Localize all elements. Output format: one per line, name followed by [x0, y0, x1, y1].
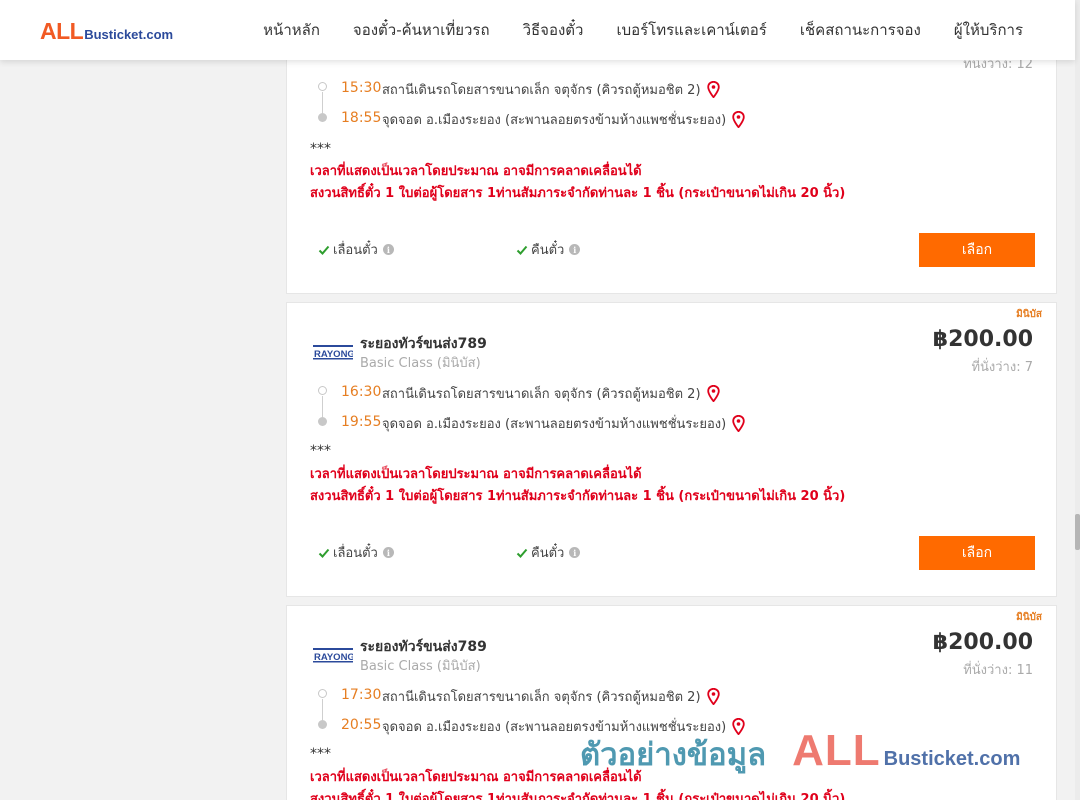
- info-icon[interactable]: i: [382, 244, 394, 255]
- option-refund-ticket: คืนตั๋ว i: [516, 542, 581, 563]
- nav-home[interactable]: หน้าหลัก: [263, 18, 320, 42]
- arrival-stop-label: จุดจอด อ.เมืองระยอง (สะพานลอยตรงข้ามห้าง…: [382, 720, 727, 735]
- ticket-price: ฿200.00: [932, 327, 1033, 352]
- nav-contact-counters[interactable]: เบอร์โทรและเคาน์เตอร์: [616, 18, 766, 42]
- select-trip-button[interactable]: เลือก: [919, 233, 1035, 267]
- departure-dot: [318, 689, 327, 698]
- trip-card: มินิบัส RAYONG ระยองทัวร์ขนส่ง789 Basic …: [286, 302, 1057, 597]
- trip-card: มินิบัส RAYONG ระยองทัวร์ขนส่ง789 Basic …: [286, 605, 1057, 800]
- arrival-stop-label: จุดจอด อ.เมืองระยอง (สะพานลอยตรงข้ามห้าง…: [382, 417, 727, 432]
- departure-dot: [318, 386, 327, 395]
- operator-logo: RAYONG: [313, 648, 353, 663]
- info-icon[interactable]: i: [569, 244, 581, 255]
- route-line: [322, 396, 323, 417]
- nav-check-booking[interactable]: เช็คสถานะการจอง: [800, 18, 921, 42]
- departure-stop: สถานีเดินรถโดยสารขนาดเล็ก จตุจักร (คิวรถ…: [382, 383, 720, 404]
- bus-class: Basic Class (มินิบัส): [360, 659, 481, 674]
- remarks-stars: ***: [310, 443, 331, 459]
- map-pin-icon[interactable]: [706, 688, 720, 705]
- arrival-stop-label: จุดจอด อ.เมืองระยอง (สะพานลอยตรงข้ามห้าง…: [382, 113, 727, 128]
- departure-stop: สถานีเดินรถโดยสารขนาดเล็ก จตุจักร (คิวรถ…: [382, 79, 720, 100]
- ticket-price: ฿200.00: [932, 630, 1033, 655]
- departure-time: 16:30: [341, 384, 382, 400]
- arrival-dot: [318, 720, 327, 729]
- seats-available: ที่นั่งว่าง: 11: [963, 663, 1033, 678]
- option-refund-ticket: คืนตั๋ว i: [516, 239, 581, 260]
- arrival-time: 18:55: [341, 110, 382, 126]
- nav-book-search[interactable]: จองตั๋ว-ค้นหาเที่ยวรถ: [353, 18, 490, 42]
- departure-stop-label: สถานีเดินรถโดยสารขนาดเล็ก จตุจักร (คิวรถ…: [382, 690, 701, 705]
- site-logo[interactable]: ALL Busticket.com: [40, 18, 173, 44]
- option-change-ticket: เลื่อนตั๋ว i: [318, 239, 394, 260]
- bus-class: Basic Class (มินิบัส): [360, 356, 481, 371]
- logo-all-text: ALL: [40, 18, 84, 44]
- seats-available: ที่นั่งว่าง: 7: [971, 360, 1033, 375]
- departure-dot: [318, 82, 327, 91]
- luggage-policy: สงวนสิทธิ์ตั๋ว 1 ใบต่อผู้โดยสาร 1ท่านสัม…: [310, 489, 846, 504]
- arrival-stop: จุดจอด อ.เมืองระยอง (สะพานลอยตรงข้ามห้าง…: [382, 413, 745, 434]
- arrival-dot: [318, 113, 327, 122]
- nav-how-to-book[interactable]: วิธีจองตั๋ว: [523, 18, 584, 42]
- bus-type-badge: มินิบัส: [1016, 309, 1042, 320]
- select-trip-button[interactable]: เลือก: [919, 536, 1035, 570]
- check-icon: [516, 245, 528, 255]
- main-nav: หน้าหลัก จองตั๋ว-ค้นหาเที่ยวรถ วิธีจองตั…: [230, 0, 1023, 60]
- remarks-stars: ***: [310, 141, 331, 157]
- map-pin-icon[interactable]: [706, 81, 720, 98]
- map-pin-icon[interactable]: [732, 718, 745, 735]
- luggage-policy: สงวนสิทธิ์ตั๋ว 1 ใบต่อผู้โดยสาร 1ท่านสัม…: [310, 186, 846, 201]
- option-label: คืนตั๋ว: [531, 546, 565, 561]
- departure-stop: สถานีเดินรถโดยสารขนาดเล็ก จตุจักร (คิวรถ…: [382, 686, 720, 707]
- bus-type-badge: มินิบัส: [1016, 612, 1042, 623]
- option-label: เลื่อนตั๋ว: [333, 243, 378, 258]
- time-disclaimer: เวลาที่แสดงเป็นเวลาโดยประมาณ อาจมีการคลา…: [310, 164, 642, 179]
- map-pin-icon[interactable]: [706, 385, 720, 402]
- arrival-time: 20:55: [341, 717, 382, 733]
- arrival-stop: จุดจอด อ.เมืองระยอง (สะพานลอยตรงข้ามห้าง…: [382, 716, 745, 737]
- departure-time: 15:30: [341, 80, 382, 96]
- route-line: [322, 699, 323, 720]
- option-label: คืนตั๋ว: [531, 243, 565, 258]
- luggage-policy: สงวนสิทธิ์ตั๋ว 1 ใบต่อผู้โดยสาร 1ท่านสัม…: [310, 792, 846, 800]
- departure-stop-label: สถานีเดินรถโดยสารขนาดเล็ก จตุจักร (คิวรถ…: [382, 83, 701, 98]
- time-disclaimer: เวลาที่แสดงเป็นเวลาโดยประมาณ อาจมีการคลา…: [310, 770, 642, 785]
- option-label: เลื่อนตั๋ว: [333, 546, 378, 561]
- logo-domain-text: Busticket.com: [84, 27, 174, 42]
- operator-logo: RAYONG: [313, 345, 353, 360]
- time-disclaimer: เวลาที่แสดงเป็นเวลาโดยประมาณ อาจมีการคลา…: [310, 467, 642, 482]
- nav-operators[interactable]: ผู้ให้บริการ: [954, 18, 1023, 42]
- page-scrollbar[interactable]: [1075, 0, 1080, 800]
- site-header: ALL Busticket.com หน้าหลัก จองตั๋ว-ค้นหา…: [0, 0, 1075, 60]
- departure-time: 17:30: [341, 687, 382, 703]
- info-icon[interactable]: i: [569, 547, 581, 558]
- option-change-ticket: เลื่อนตั๋ว i: [318, 542, 394, 563]
- map-pin-icon[interactable]: [732, 415, 745, 432]
- check-icon: [318, 245, 330, 255]
- arrival-dot: [318, 417, 327, 426]
- check-icon: [516, 548, 528, 558]
- scrollbar-thumb[interactable]: [1075, 514, 1080, 550]
- check-icon: [318, 548, 330, 558]
- arrival-time: 19:55: [341, 414, 382, 430]
- arrival-stop: จุดจอด อ.เมืองระยอง (สะพานลอยตรงข้ามห้าง…: [382, 109, 745, 130]
- route-line: [322, 92, 323, 113]
- map-pin-icon[interactable]: [732, 111, 745, 128]
- remarks-stars: ***: [310, 746, 331, 762]
- departure-stop-label: สถานีเดินรถโดยสารขนาดเล็ก จตุจักร (คิวรถ…: [382, 387, 701, 402]
- info-icon[interactable]: i: [382, 547, 394, 558]
